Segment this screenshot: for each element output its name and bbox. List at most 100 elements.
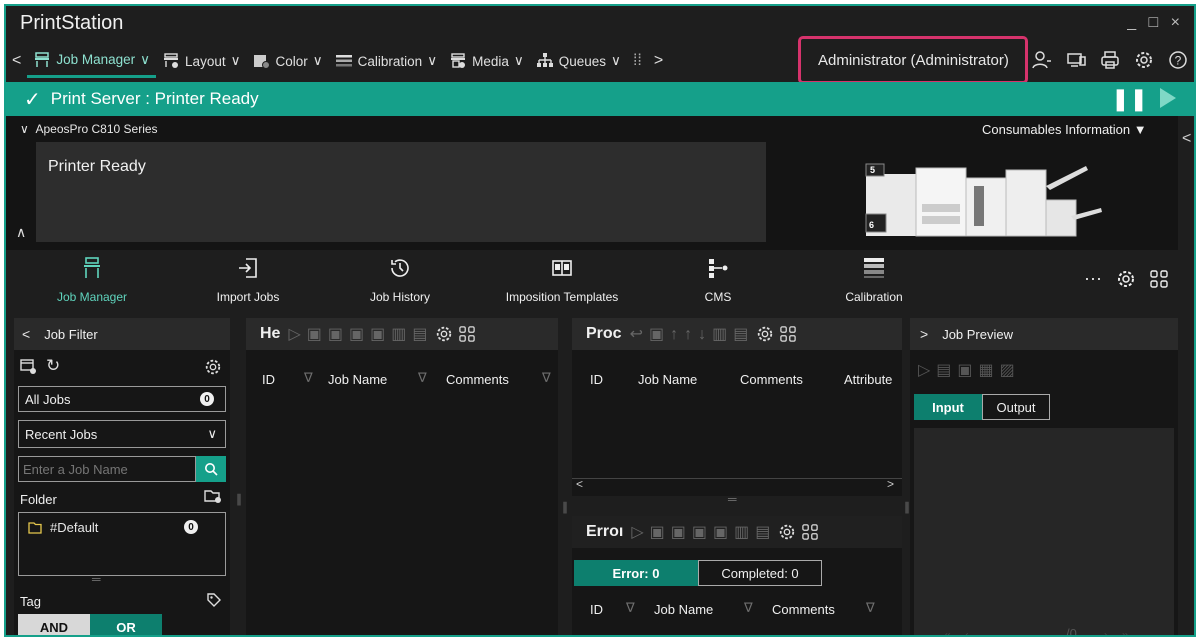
resize-handle-icon[interactable]: ═ <box>728 492 737 506</box>
gear-icon[interactable] <box>204 358 222 376</box>
chevron-right-icon[interactable]: > <box>920 326 928 342</box>
job-name-search-input[interactable] <box>18 456 196 482</box>
filter-icon[interactable]: ∇ <box>744 600 753 616</box>
menu-calibration[interactable]: Calibration ∨ <box>329 44 443 78</box>
tray-label-5: 5 <box>870 165 875 175</box>
pause-icon[interactable]: ❚❚ <box>1111 86 1148 112</box>
tag-and-button[interactable]: AND <box>18 614 90 635</box>
hold-col-comments[interactable]: Comments <box>446 372 509 387</box>
printer-message: Printer Ready <box>48 158 146 175</box>
preview-output-tab[interactable]: Output <box>982 394 1050 420</box>
filter-icon[interactable]: ∇ <box>418 370 427 386</box>
process-panel-header: Proc ↩▣↑↑↓▥▤ <box>572 318 902 350</box>
gear-icon[interactable] <box>756 325 774 343</box>
scroll-right-icon[interactable]: > <box>887 477 894 491</box>
more-icon[interactable]: ··· <box>1084 268 1102 289</box>
grid-icon[interactable] <box>802 524 819 540</box>
pager-next-icons[interactable]: ›» <box>1104 628 1143 635</box>
recent-jobs-select[interactable]: Recent Jobs ∨ <box>18 420 226 448</box>
tool-calibration[interactable]: Calibration <box>804 252 944 304</box>
search-button[interactable] <box>196 456 226 482</box>
tool-job-history[interactable]: Job History <box>330 252 470 304</box>
grid-icon[interactable] <box>780 326 797 342</box>
recent-jobs-label: Recent Jobs <box>25 426 98 442</box>
splitter-icon[interactable]: ∥ <box>562 500 568 514</box>
error-col-job-name[interactable]: Job Name <box>654 602 713 617</box>
layout-icon <box>164 53 179 68</box>
error-col-comments[interactable]: Comments <box>772 602 835 617</box>
calibration-icon <box>335 55 352 67</box>
preview-canvas <box>914 428 1174 635</box>
process-scrollbar[interactable]: < > <box>572 477 902 492</box>
chevron-left-icon[interactable]: < <box>1182 130 1191 148</box>
menu-layout[interactable]: Layout ∨ <box>156 44 246 78</box>
menu-job-manager[interactable]: Job Manager ∨ <box>27 44 157 78</box>
process-col-comments[interactable]: Comments <box>740 372 803 387</box>
caret-down-icon: ▼ <box>1133 122 1147 137</box>
all-jobs-item[interactable]: All Jobs <box>18 386 226 412</box>
chevron-left-icon[interactable]: < <box>22 326 30 342</box>
error-tab[interactable]: Error: 0 <box>574 560 698 586</box>
menu-more-dots-icon[interactable]: ⁞⁞ <box>627 52 648 70</box>
tool-imposition-templates[interactable]: Imposition Templates <box>492 252 632 304</box>
preview-input-tab[interactable]: Input <box>914 394 982 420</box>
calibration-bars-icon <box>864 258 884 278</box>
printer-name-label: ApeosPro C810 Series <box>35 122 158 136</box>
filter-settings-icon[interactable] <box>20 358 38 376</box>
resize-handle-icon[interactable]: ═ <box>92 572 101 586</box>
tool-job-manager[interactable]: Job Manager <box>22 252 162 304</box>
menu-scroll-left-icon[interactable]: < <box>6 52 27 70</box>
printer-illustration: 5 6 <box>865 163 1102 237</box>
menu-color[interactable]: Color ∨ <box>246 44 328 78</box>
pager-nav-icons[interactable]: «‹ <box>944 628 983 635</box>
completed-tab[interactable]: Completed: 0 <box>698 560 822 586</box>
preview-output-label: Output <box>996 399 1036 415</box>
error-col-id[interactable]: ID <box>590 602 603 617</box>
check-icon: ✓ <box>24 88 41 111</box>
menu-scroll-right-icon[interactable]: > <box>648 52 669 70</box>
gear-icon[interactable] <box>435 325 453 343</box>
current-user[interactable]: Administrator (Administrator) <box>818 52 1009 69</box>
filter-icon[interactable]: ∇ <box>866 600 875 616</box>
preview-input-label: Input <box>932 399 964 415</box>
play-icon[interactable] <box>1160 88 1176 108</box>
job-manager-icon <box>84 257 100 278</box>
tag-icon[interactable] <box>206 592 222 608</box>
printer-name[interactable]: ∨ ApeosPro C810 Series <box>20 122 158 136</box>
folder-item-default[interactable]: #Default <box>28 520 98 535</box>
process-col-id[interactable]: ID <box>590 372 603 387</box>
grid-icon[interactable] <box>459 326 476 342</box>
filter-icon[interactable]: ∇ <box>626 600 635 616</box>
window-controls[interactable]: _ □ × <box>1127 14 1184 32</box>
consumables-info[interactable]: Consumables Information ▼ <box>982 122 1147 137</box>
filter-icon[interactable]: ∇ <box>542 370 551 386</box>
grid-icon[interactable] <box>1150 269 1168 288</box>
scroll-left-icon[interactable]: < <box>576 477 583 491</box>
printer-settings-icon[interactable] <box>1100 50 1120 70</box>
cms-icon <box>709 259 728 278</box>
chevron-up-icon[interactable]: ∧ <box>16 224 26 241</box>
tool-cms[interactable]: CMS <box>648 252 788 304</box>
hold-col-job-name[interactable]: Job Name <box>328 372 387 387</box>
preview-actions: ▷▤▣▦▨ <box>918 362 1021 379</box>
menu-queues[interactable]: Queues ∨ <box>530 44 627 78</box>
user-settings-icon[interactable] <box>1032 50 1052 70</box>
hold-col-id[interactable]: ID <box>262 372 275 387</box>
tool-import-jobs[interactable]: Import Jobs <box>178 252 318 304</box>
process-col-attribute[interactable]: Attribute <box>844 372 898 387</box>
process-col-job-name[interactable]: Job Name <box>638 372 697 387</box>
splitter-icon[interactable]: ∥ <box>236 492 242 506</box>
help-icon[interactable]: ? <box>1168 50 1188 70</box>
app-title: PrintStation <box>20 12 124 34</box>
filter-icon[interactable]: ∇ <box>304 370 313 386</box>
refresh-icon[interactable]: ↻ <box>46 356 60 376</box>
gear-icon[interactable] <box>1116 269 1136 289</box>
add-folder-icon[interactable] <box>204 488 222 504</box>
gear-icon[interactable] <box>778 523 796 541</box>
gear-icon[interactable] <box>1134 50 1154 70</box>
history-icon <box>391 259 409 277</box>
menu-media[interactable]: Media ∨ <box>443 44 530 78</box>
tag-or-button[interactable]: OR <box>90 614 162 635</box>
monitor-icon[interactable] <box>1066 50 1086 70</box>
printer-icon <box>35 51 50 67</box>
